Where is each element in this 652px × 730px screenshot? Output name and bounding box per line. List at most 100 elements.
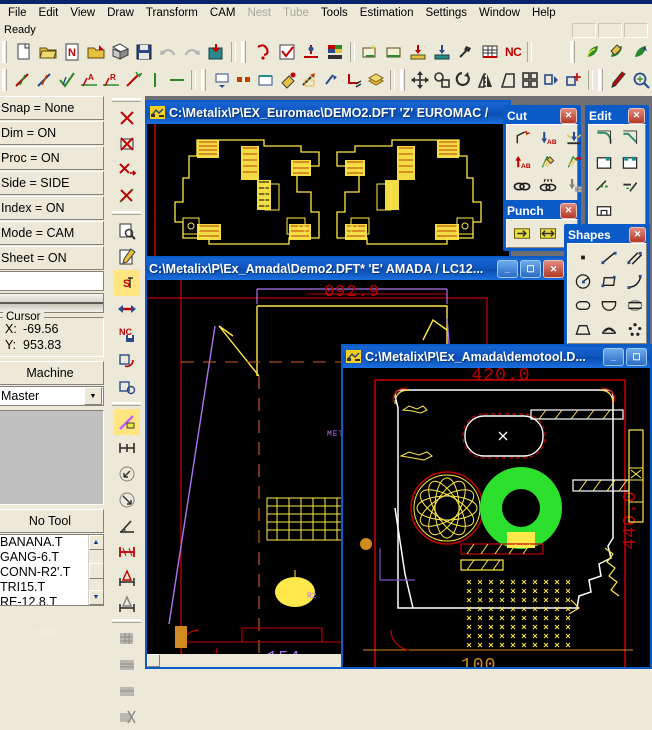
menu-item-transform[interactable]: Transform: [140, 5, 204, 21]
new-nest-icon[interactable]: N: [60, 40, 84, 64]
punch-right-icon[interactable]: [509, 222, 534, 245]
save-icon[interactable]: [132, 40, 156, 64]
paint-icon[interactable]: [277, 68, 299, 92]
undo-icon[interactable]: [156, 40, 180, 64]
repeat-icon[interactable]: [114, 348, 140, 374]
mirror-h-icon[interactable]: [114, 296, 140, 322]
canvas-euromac[interactable]: [147, 124, 509, 258]
toolbar-grip[interactable]: [2, 69, 10, 91]
layers-icon[interactable]: [365, 68, 387, 92]
open-folder-icon[interactable]: [36, 40, 60, 64]
dim-red-icon[interactable]: [114, 539, 140, 565]
tool-list-item[interactable]: CONN-R2'.T: [0, 565, 88, 580]
sidebar-toggle-proc[interactable]: Proc = ON: [0, 146, 104, 170]
menu-item-tools[interactable]: Tools: [315, 5, 354, 21]
table-cut-icon[interactable]: [114, 704, 140, 730]
trapezoid-icon[interactable]: [570, 318, 595, 341]
delete-area-icon[interactable]: [114, 131, 140, 157]
check-green-icon[interactable]: [56, 68, 78, 92]
dim-arc-icon[interactable]: [114, 591, 140, 617]
machine-button[interactable]: Machine: [0, 361, 104, 385]
nc-save-icon[interactable]: NC: [114, 322, 140, 348]
sidebar-toggle-snap[interactable]: Snap = None: [0, 96, 104, 120]
dim-center-icon[interactable]: [114, 565, 140, 591]
menu-item-edit[interactable]: Edit: [33, 5, 65, 21]
sidebar-toggle-index[interactable]: Index = ON: [0, 196, 104, 220]
double-d-icon[interactable]: [622, 294, 647, 317]
leaf-green-icon[interactable]: [580, 40, 604, 64]
obround-icon[interactable]: [570, 294, 595, 317]
vertical-toolbar-grip[interactable]: [112, 619, 141, 625]
d-shape-icon[interactable]: [596, 294, 621, 317]
document-window-amada-demotool[interactable]: C:\Metalix\P\Ex_Amada\demotool.D... _ ☐ …: [341, 344, 652, 669]
close-icon[interactable]: ✕: [560, 107, 577, 124]
delete-line-icon[interactable]: [114, 183, 140, 209]
tools-icon[interactable]: [299, 68, 321, 92]
check-part-icon[interactable]: [275, 40, 299, 64]
hammer-icon[interactable]: [454, 40, 478, 64]
toolbar-grip[interactable]: [399, 69, 408, 91]
palette-shapes-titlebar[interactable]: Shapes ✕: [566, 226, 648, 243]
menu-item-cam[interactable]: CAM: [204, 5, 242, 21]
vertical-toolbar-grip[interactable]: [112, 98, 141, 104]
bridge-icon[interactable]: [596, 318, 621, 341]
document-window-euromac[interactable]: C:\Metalix\P\EX_Euromac\DEMO2.DFT 'Z' EU…: [145, 100, 511, 260]
notch-icon[interactable]: [591, 199, 616, 222]
tool-list-item[interactable]: TRI15.T: [0, 580, 88, 595]
menu-item-settings[interactable]: Settings: [419, 5, 473, 21]
minimize-button[interactable]: _: [497, 260, 518, 278]
tool-button[interactable]: No Tool: [0, 509, 104, 533]
menu-item-window[interactable]: Window: [473, 5, 526, 21]
copy-part-icon[interactable]: [114, 374, 140, 400]
menu-item-estimation[interactable]: Estimation: [354, 5, 420, 21]
import-icon[interactable]: [204, 40, 228, 64]
corner-both-icon[interactable]: [618, 151, 643, 174]
cut-start-icon[interactable]: [509, 127, 534, 150]
close-button[interactable]: ✕: [543, 260, 564, 278]
cut-abc-up-icon[interactable]: ABC: [509, 151, 534, 174]
chain-icon[interactable]: [509, 175, 534, 198]
maximize-button[interactable]: ☐: [626, 348, 647, 366]
measure-span-icon[interactable]: [114, 435, 140, 461]
vertical-toolbar-grip[interactable]: [112, 402, 141, 408]
edit-notes-icon[interactable]: [114, 244, 140, 270]
bolt-circle-icon[interactable]: [622, 318, 647, 341]
array-icon[interactable]: [519, 68, 541, 92]
minimize-button[interactable]: _: [603, 348, 624, 366]
sheet-setup-icon[interactable]: [382, 40, 406, 64]
rotate-icon[interactable]: [453, 68, 475, 92]
tool-list-scrollbar[interactable]: ▲ ▼: [88, 535, 103, 605]
hbar-icon[interactable]: [166, 68, 188, 92]
query-icon[interactable]: [251, 40, 275, 64]
punch-both-icon[interactable]: [535, 222, 560, 245]
extend-icon[interactable]: [618, 175, 643, 198]
chevron-down-icon[interactable]: ▼: [84, 387, 102, 405]
dim-a-icon[interactable]: A: [78, 68, 100, 92]
menu-item-help[interactable]: Help: [526, 5, 562, 21]
cut-hatch-arrow-icon[interactable]: [561, 151, 586, 174]
scroll-up-icon[interactable]: ▲: [88, 535, 103, 550]
circle-radius-icon[interactable]: [570, 270, 595, 293]
canvas-amada-demotool[interactable]: 420.0 440.0 100: [343, 368, 650, 667]
point-icon[interactable]: [570, 246, 595, 269]
panel-icon[interactable]: [211, 68, 233, 92]
command-input[interactable]: [0, 271, 104, 291]
color-map-icon[interactable]: [323, 40, 347, 64]
preview-icon[interactable]: [114, 218, 140, 244]
palette-shapes[interactable]: Shapes ✕: [564, 224, 650, 347]
fillet-icon[interactable]: [591, 127, 616, 150]
tool-table-icon[interactable]: [478, 40, 502, 64]
chamfer-icon[interactable]: [618, 127, 643, 150]
chain-burst-icon[interactable]: [535, 175, 560, 198]
dim-b-icon[interactable]: R: [100, 68, 122, 92]
tool-list-item[interactable]: RE-12.8.T: [0, 595, 88, 605]
close-icon[interactable]: ✕: [560, 202, 577, 219]
toolbar-grip[interactable]: [598, 69, 607, 91]
cut-abc-down-icon[interactable]: ABC: [535, 127, 560, 150]
open-part-icon[interactable]: [84, 40, 108, 64]
palette-edit[interactable]: Edit ✕: [585, 105, 649, 228]
menu-item-view[interactable]: View: [64, 5, 101, 21]
corner-cut-icon[interactable]: [343, 68, 365, 92]
scrollbar-thumb[interactable]: [88, 562, 103, 579]
delete-point-icon[interactable]: [114, 157, 140, 183]
